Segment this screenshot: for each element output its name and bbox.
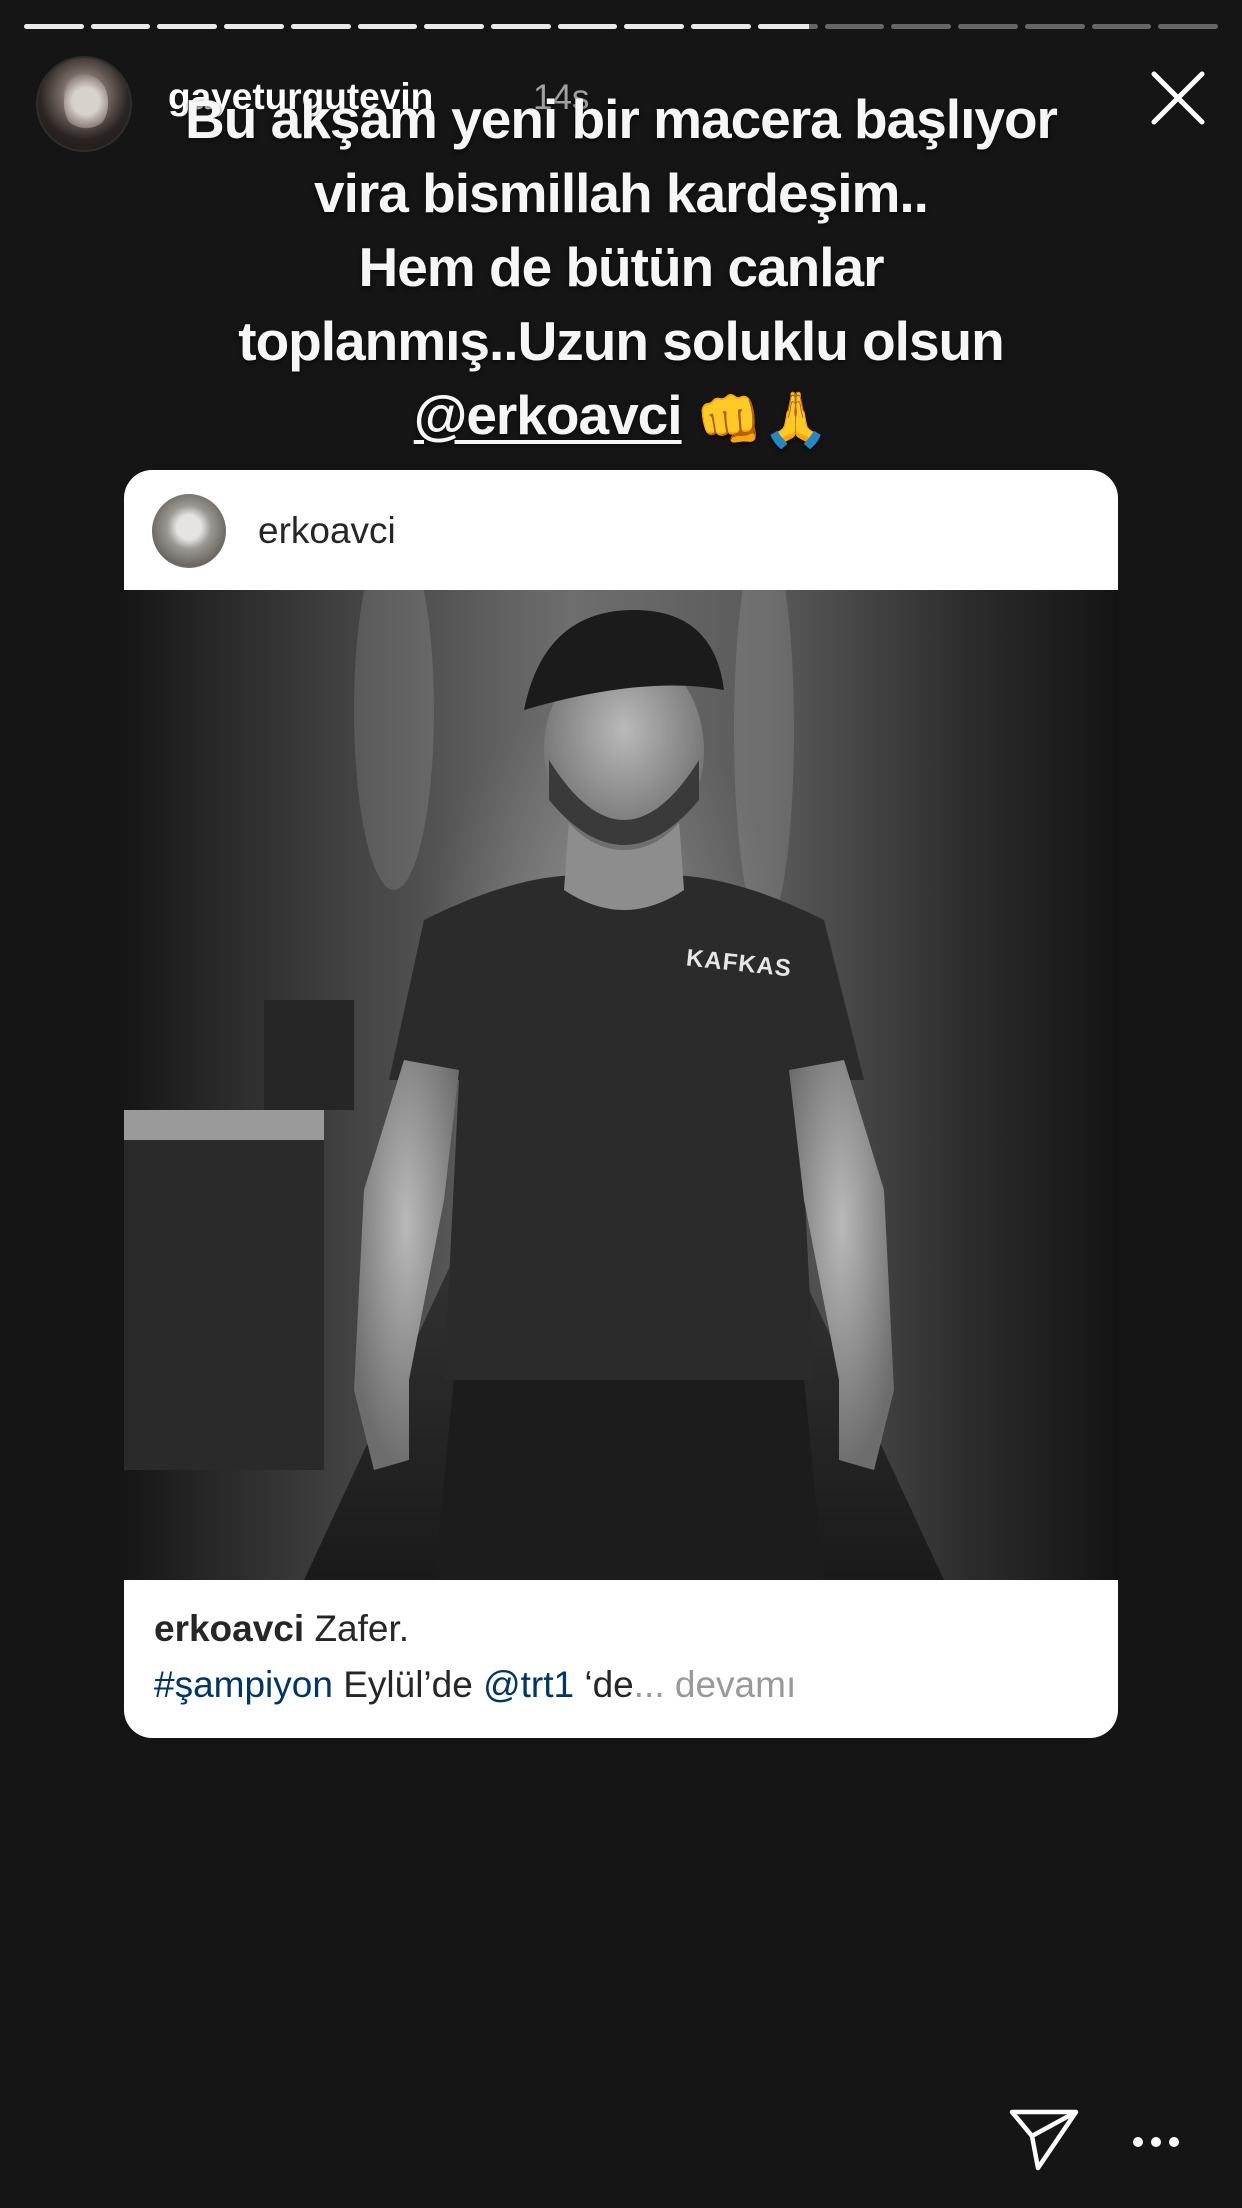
- shared-post-card[interactable]: erkoavci KAFKAS erkoavci Zafer. #şampiyo…: [124, 470, 1118, 1738]
- caption-line: toplanmış..Uzun soluklu olsun: [238, 310, 1004, 372]
- progress-segment-fill: [624, 24, 685, 29]
- caption-line: vira bismillah kardeşim..: [314, 162, 929, 224]
- more-options-button[interactable]: [1132, 2122, 1180, 2162]
- progress-segment: [958, 24, 1018, 29]
- progress-segment-fill: [757, 24, 809, 29]
- progress-segment-fill: [424, 24, 485, 29]
- more-link[interactable]: devamı: [665, 1664, 796, 1705]
- progress-segment: [1091, 24, 1152, 29]
- progress-segment: [691, 24, 751, 29]
- progress-segment: [224, 24, 284, 29]
- progress-segment: [24, 24, 84, 29]
- progress-segment: [557, 24, 618, 29]
- progress-segment-fill: [691, 24, 751, 29]
- post-caption: erkoavci Zafer. #şampiyon Eylül’de @trt1…: [124, 1580, 1118, 1738]
- progress-segment: [1158, 24, 1218, 29]
- fist-pray-emoji: 👊🙏: [695, 390, 829, 450]
- story-progress-bar: [24, 24, 1218, 29]
- send-icon: [1009, 2109, 1079, 2171]
- progress-segment: [491, 24, 551, 29]
- progress-segment: [891, 24, 952, 29]
- post-mention[interactable]: @trt1: [483, 1664, 574, 1705]
- post-caption-mid: Eylül’de: [332, 1664, 484, 1705]
- caption-line: Bu akşam yeni bir macera başlıyor: [185, 88, 1058, 150]
- more-icon: [1133, 2137, 1179, 2147]
- progress-segment: [90, 24, 151, 29]
- share-button[interactable]: [1008, 2106, 1080, 2172]
- post-username[interactable]: erkoavci: [258, 510, 396, 552]
- post-caption-end: ‘de: [574, 1664, 634, 1705]
- progress-segment: [824, 24, 885, 29]
- caption-line: @erkoavci 👊🙏: [0, 378, 1242, 457]
- progress-segment: [357, 24, 418, 29]
- progress-segment-fill: [157, 24, 218, 29]
- progress-segment-fill: [290, 24, 351, 29]
- post-caption-username[interactable]: erkoavci: [154, 1608, 304, 1649]
- caption-line: Hem de bütün canlar: [358, 236, 885, 298]
- progress-segment: [424, 24, 485, 29]
- progress-segment: [290, 24, 351, 29]
- post-header: erkoavci: [124, 470, 1118, 590]
- post-ellipsis: ...: [633, 1664, 665, 1705]
- post-hashtag[interactable]: #şampiyon: [154, 1664, 333, 1705]
- progress-segment: [157, 24, 218, 29]
- progress-segment-fill: [24, 24, 84, 29]
- progress-segment: [1024, 24, 1085, 29]
- progress-segment-fill: [90, 24, 151, 29]
- progress-segment: [757, 24, 818, 29]
- story-caption: Bu akşam yeni bir macera başlıyor vira b…: [0, 82, 1242, 457]
- post-caption-line1: erkoavci Zafer.: [154, 1608, 409, 1650]
- progress-segment-fill: [557, 24, 618, 29]
- progress-segment-fill: [491, 24, 551, 29]
- progress-segment-fill: [224, 24, 284, 29]
- progress-segment-fill: [357, 24, 418, 29]
- progress-segment: [624, 24, 685, 29]
- post-caption-line2: #şampiyon Eylül’de @trt1 ‘de... devamı: [154, 1664, 796, 1706]
- caption-mention[interactable]: @erkoavci: [414, 384, 683, 446]
- post-caption-text: Zafer.: [314, 1608, 410, 1649]
- post-photo[interactable]: KAFKAS: [124, 590, 1118, 1580]
- post-avatar[interactable]: [152, 494, 226, 568]
